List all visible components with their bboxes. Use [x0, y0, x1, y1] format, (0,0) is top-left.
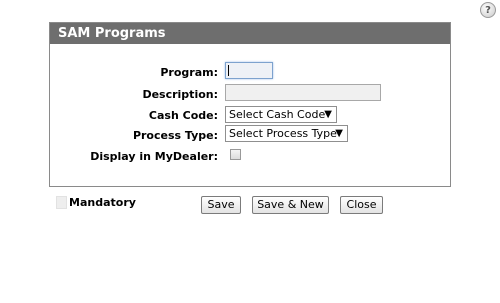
mandatory-indicator-swatch: [56, 196, 67, 209]
cash-code-label: Cash Code:: [148, 109, 218, 122]
cash-code-selected: Select Cash Code: [229, 108, 326, 121]
help-icon[interactable]: ?: [480, 2, 496, 18]
display-in-mydealer-checkbox[interactable]: [230, 149, 241, 160]
dropdown-arrow-icon: ▼: [335, 128, 343, 139]
save-and-new-button[interactable]: Save & New: [252, 196, 329, 214]
description-label: Description:: [142, 88, 218, 101]
program-label: Program:: [160, 66, 218, 79]
process-type-selected: Select Process Type: [229, 127, 337, 140]
process-type-select[interactable]: Select Process Type ▼: [225, 125, 348, 142]
close-button[interactable]: Close: [340, 196, 383, 214]
process-type-label: Process Type:: [132, 129, 218, 142]
program-input[interactable]: [225, 62, 273, 79]
save-button[interactable]: Save: [201, 196, 241, 214]
panel-title: SAM Programs: [50, 23, 450, 44]
sam-programs-dialog: ? SAM Programs Program: Description: Cas…: [0, 0, 500, 303]
display-in-mydealer-label: Display in MyDealer:: [90, 150, 218, 163]
mandatory-label: Mandatory: [69, 196, 136, 209]
text-caret: [228, 65, 229, 76]
description-input[interactable]: [225, 84, 381, 101]
dropdown-arrow-icon: ▼: [324, 109, 332, 120]
cash-code-select[interactable]: Select Cash Code ▼: [225, 106, 337, 123]
